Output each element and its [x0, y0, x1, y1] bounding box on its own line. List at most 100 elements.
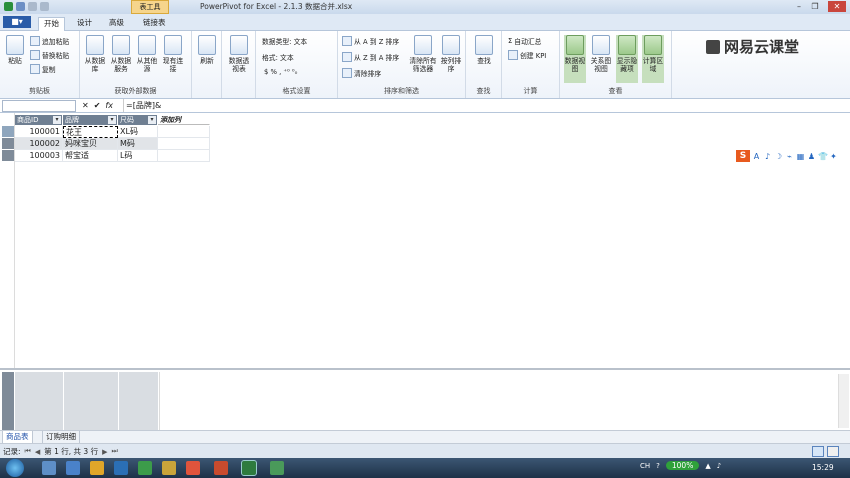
row-selector[interactable] [2, 150, 14, 161]
user-icon[interactable]: ♟ [807, 152, 816, 161]
data-type-dropdown[interactable]: 数据类型: 文本 [262, 36, 307, 46]
voice-icon[interactable]: ⌁ [785, 152, 794, 161]
paste-replace-button[interactable]: 替换粘贴 [30, 50, 69, 60]
help-icon[interactable]: ? [656, 462, 660, 470]
minimize-button[interactable]: – [792, 1, 806, 12]
confirm-formula-button[interactable]: ✔ [94, 99, 101, 112]
excel-taskbar-icon[interactable] [241, 460, 257, 476]
create-kpi-button[interactable]: 创建 KPI [508, 50, 546, 60]
calc-cell[interactable] [119, 372, 158, 431]
pivot-table-button[interactable]: 数据透视表 [228, 35, 250, 73]
diagram-view-button[interactable]: 关系图视图 [590, 35, 612, 73]
close-button[interactable]: ✕ [828, 1, 846, 12]
table-tools-context-tab[interactable]: 表工具 [131, 0, 169, 14]
cell-brand[interactable]: 妈咪宝贝 [63, 138, 118, 150]
copy-button[interactable]: 复制 [30, 64, 56, 74]
punctuation-icon[interactable]: ♪ [763, 152, 772, 161]
column-header-size[interactable]: 尺码 ▾ [118, 115, 158, 125]
chrome-icon[interactable] [186, 461, 200, 475]
cell-add-column[interactable] [158, 138, 210, 150]
media-icon[interactable] [114, 461, 128, 475]
sort-z-a-button[interactable]: 从 Z 到 A 排序 [342, 52, 399, 62]
file-menu-button[interactable]: ■▾ [3, 16, 31, 28]
last-record-button[interactable]: ⏭ [111, 447, 117, 456]
first-record-button[interactable]: ⏮ [25, 447, 31, 456]
clock[interactable]: 15:29 [812, 463, 834, 472]
calc-cell[interactable] [64, 372, 118, 431]
calculation-area-button[interactable]: 计算区域 [642, 35, 664, 83]
from-data-service-button[interactable]: 从数据服务 [110, 35, 132, 73]
diagram-view-small-button[interactable] [827, 446, 839, 457]
format-dropdown[interactable]: 格式: 文本 [262, 52, 294, 62]
name-box[interactable] [2, 100, 76, 112]
filter-dropdown-icon[interactable]: ▾ [108, 116, 116, 124]
formula-input[interactable]: =[品牌]& [123, 99, 161, 112]
column-header-product-id[interactable]: 商品ID ▾ [15, 115, 63, 125]
row-selector[interactable] [2, 126, 14, 137]
tab-home[interactable]: 开始 [38, 17, 65, 31]
sogou-logo-icon[interactable]: S [736, 150, 750, 162]
restore-button[interactable]: ❐ [808, 1, 822, 12]
undo-icon[interactable] [28, 2, 37, 11]
cancel-formula-button[interactable]: ✕ [82, 99, 89, 112]
volume-icon[interactable]: ♪ [717, 462, 721, 470]
keyboard-icon[interactable]: ▦ [796, 152, 805, 161]
vertical-scrollbar[interactable] [838, 374, 849, 428]
clear-sort-button[interactable]: 清除排序 [342, 68, 381, 78]
folder-icon[interactable] [90, 461, 104, 475]
ie-icon[interactable] [66, 461, 80, 475]
cell-add-column[interactable] [158, 150, 210, 162]
paste-button[interactable]: 粘贴 [4, 35, 26, 65]
cell-add-column[interactable] [158, 126, 210, 138]
cell-size[interactable]: XL码 [118, 126, 158, 138]
cell-product-id[interactable]: 100002 [15, 138, 63, 150]
app-icon[interactable] [162, 461, 176, 475]
row-selector[interactable] [2, 138, 14, 149]
tab-design[interactable]: 设计 [72, 17, 97, 30]
powerpoint-icon[interactable] [214, 461, 228, 475]
save-icon[interactable] [16, 2, 25, 11]
excel-icon[interactable] [4, 2, 13, 11]
existing-connections-button[interactable]: 现有连接 [162, 35, 184, 73]
cell-brand[interactable]: 帮宝适 [63, 150, 118, 162]
insert-function-button[interactable]: fx [105, 99, 113, 112]
calc-cell[interactable] [159, 372, 211, 431]
column-header-add-column[interactable]: 添加列 [158, 115, 210, 125]
paste-append-button[interactable]: 追加粘贴 [30, 36, 69, 46]
cell-product-id[interactable]: 100003 [15, 150, 63, 162]
tab-linked-table[interactable]: 链接表 [138, 17, 171, 30]
skin-icon[interactable]: 👕 [818, 152, 828, 161]
sort-by-column-button[interactable]: 按列排序 [440, 35, 462, 73]
refresh-button[interactable]: 刷新 [196, 35, 218, 65]
network-icon[interactable]: ▲ [705, 462, 710, 470]
cell-brand-selected[interactable]: 花王 [63, 126, 118, 138]
language-indicator[interactable]: CH [640, 462, 650, 470]
from-database-button[interactable]: 从数据库 [84, 35, 106, 73]
grid-view-button[interactable] [812, 446, 824, 457]
clear-all-filters-button[interactable]: 清除所有筛选器 [408, 35, 438, 73]
autosum-button[interactable]: Σ 自动汇总 [508, 36, 541, 46]
tab-advanced[interactable]: 高级 [104, 17, 129, 30]
explorer-icon[interactable] [42, 461, 56, 475]
cell-size[interactable]: M码 [118, 138, 158, 150]
cell-product-id[interactable]: 100001 [15, 126, 63, 138]
next-record-button[interactable]: ▶ [102, 448, 107, 456]
from-other-sources-button[interactable]: 从其他源 [136, 35, 158, 73]
data-view-button[interactable]: 数据视图 [564, 35, 586, 83]
app-icon[interactable] [270, 461, 284, 475]
filter-dropdown-icon[interactable]: ▾ [53, 116, 61, 124]
filter-dropdown-icon[interactable]: ▾ [148, 116, 156, 124]
language-toggle-icon[interactable]: A [752, 152, 761, 161]
number-format-buttons[interactable]: $ % , ⁺⁰ ⁰₀ [264, 68, 297, 76]
prev-record-button[interactable]: ◀ [35, 448, 40, 456]
redo-icon[interactable] [40, 2, 49, 11]
find-button[interactable]: 查找 [473, 35, 495, 65]
settings-icon[interactable]: ✦ [829, 152, 838, 161]
start-button[interactable] [6, 459, 24, 477]
sort-a-z-button[interactable]: 从 A 到 Z 排序 [342, 36, 399, 46]
calc-cell[interactable] [15, 372, 63, 431]
cell-size[interactable]: L码 [118, 150, 158, 162]
zoom-indicator[interactable]: 100% [665, 461, 700, 470]
show-hidden-button[interactable]: 显示隐藏项 [616, 35, 638, 83]
app-icon[interactable] [138, 461, 152, 475]
